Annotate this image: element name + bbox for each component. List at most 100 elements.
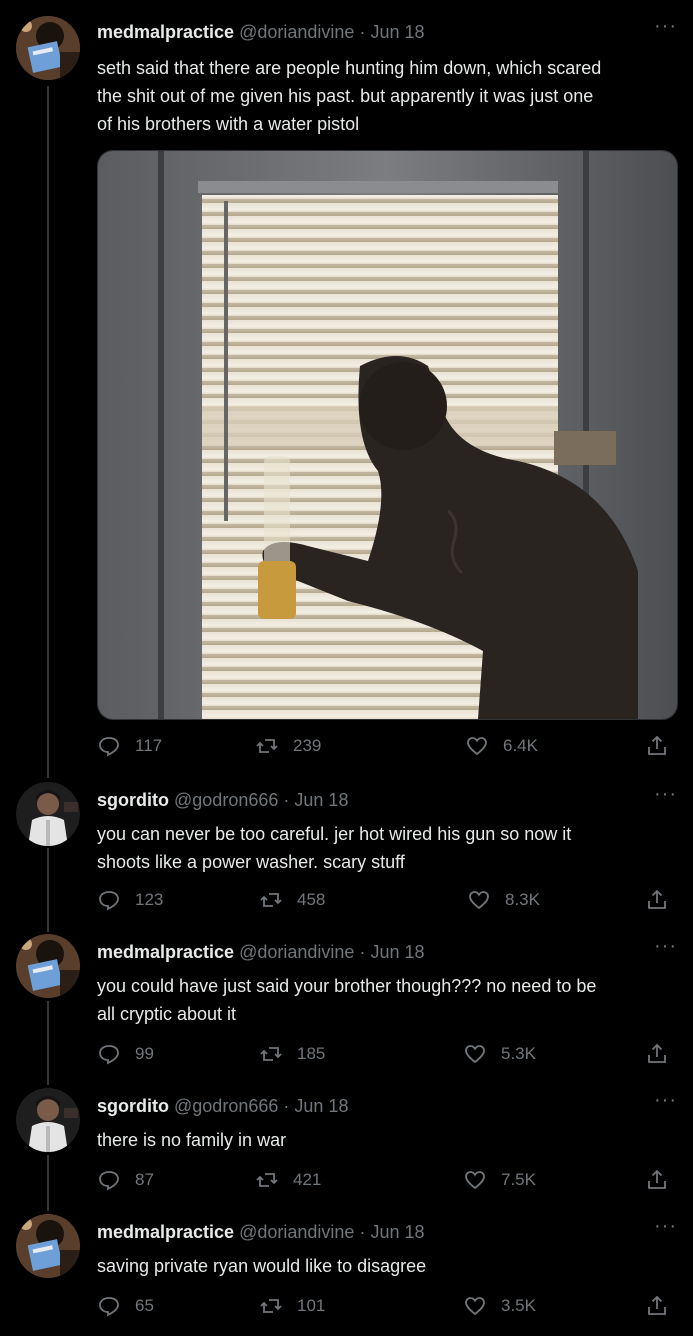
retweet-icon bbox=[260, 893, 282, 907]
separator-dot: · bbox=[359, 22, 366, 42]
retweet-button[interactable]: 185 bbox=[259, 1040, 325, 1068]
user-handle[interactable]: @doriandivine bbox=[239, 22, 354, 42]
like-count: 5.3K bbox=[501, 1044, 536, 1063]
more-icon[interactable]: ··· bbox=[654, 14, 677, 38]
avatar-image bbox=[16, 934, 80, 998]
more-icon[interactable]: ··· bbox=[654, 1214, 677, 1238]
like-count: 6.4K bbox=[503, 736, 538, 755]
reply-count: 99 bbox=[135, 1044, 154, 1063]
avatar[interactable] bbox=[16, 934, 80, 998]
retweet-count: 458 bbox=[297, 890, 326, 909]
reply-count: 87 bbox=[135, 1170, 154, 1189]
tweet-text-line: saving private ryan would like to disagr… bbox=[97, 1256, 427, 1276]
more-icon[interactable]: ··· bbox=[654, 782, 677, 806]
share-icon bbox=[648, 1043, 666, 1063]
photo-image bbox=[98, 151, 677, 719]
like-button[interactable]: 6.4K bbox=[465, 732, 538, 760]
display-name[interactable]: sgordito bbox=[97, 1096, 169, 1116]
tweet-date[interactable]: Jun 18 bbox=[294, 1096, 348, 1116]
reply-button[interactable]: 65 bbox=[97, 1292, 154, 1320]
reply-button[interactable]: 117 bbox=[97, 732, 162, 760]
heart-icon bbox=[467, 737, 487, 756]
tweet-date[interactable]: Jun 18 bbox=[370, 942, 424, 962]
tweet-date[interactable]: Jun 18 bbox=[370, 1222, 424, 1242]
more-icon[interactable]: ··· bbox=[654, 934, 677, 958]
retweet-button[interactable]: 421 bbox=[255, 1166, 321, 1194]
tweet-text-line: shoots like a power washer. scary stuff bbox=[97, 852, 405, 872]
share-button[interactable] bbox=[645, 1040, 669, 1068]
retweet-button[interactable]: 239 bbox=[255, 732, 321, 760]
avatar-image bbox=[16, 1214, 80, 1278]
heart-icon bbox=[465, 1045, 485, 1064]
display-name[interactable]: medmalpractice bbox=[97, 942, 234, 962]
like-button[interactable]: 3.5K bbox=[463, 1292, 536, 1320]
reply-button[interactable]: 99 bbox=[97, 1040, 154, 1068]
reply-icon bbox=[99, 737, 119, 757]
tweet-text-line: seth said that there are people hunting … bbox=[97, 58, 602, 78]
tweet-header: medmalpractice @doriandivine · Jun 18 ··… bbox=[97, 1215, 677, 1244]
tweet-actions: 123 458 8.3K bbox=[97, 886, 669, 914]
more-icon[interactable]: ··· bbox=[654, 1088, 677, 1112]
tweet[interactable]: sgordito @godron666 · Jun 18 ··· you can… bbox=[0, 780, 693, 932]
tweet-text: you can never be too careful. jer hot wi… bbox=[97, 820, 677, 876]
like-button[interactable]: 8.3K bbox=[467, 886, 540, 914]
like-button[interactable]: 7.5K bbox=[463, 1166, 536, 1194]
avatar-image bbox=[16, 16, 80, 80]
reply-icon bbox=[99, 891, 119, 911]
share-button[interactable] bbox=[645, 1166, 669, 1194]
retweet-count: 239 bbox=[293, 736, 322, 755]
tweet-header: sgordito @godron666 · Jun 18 ··· bbox=[97, 783, 677, 812]
tweet-text-line: of his brothers with a water pistol bbox=[97, 114, 360, 134]
avatar[interactable] bbox=[16, 16, 80, 80]
tweet-actions: 99 185 5.3K bbox=[97, 1040, 669, 1068]
tweet[interactable]: medmalpractice @doriandivine · Jun 18 ··… bbox=[0, 0, 693, 780]
share-icon bbox=[648, 1169, 666, 1189]
tweet-text: you could have just said your brother th… bbox=[97, 972, 677, 1028]
share-button[interactable] bbox=[645, 732, 669, 760]
tweet[interactable]: sgordito @godron666 · Jun 18 ··· there i… bbox=[0, 1086, 693, 1212]
tweet-photo[interactable] bbox=[97, 150, 678, 720]
heart-icon bbox=[465, 1297, 485, 1316]
tweet-date[interactable]: Jun 18 bbox=[370, 22, 424, 42]
separator-dot: · bbox=[283, 790, 290, 810]
user-handle[interactable]: @doriandivine bbox=[239, 1222, 354, 1242]
reply-button[interactable]: 123 bbox=[97, 886, 163, 914]
reply-button[interactable]: 87 bbox=[97, 1166, 154, 1194]
display-name[interactable]: medmalpractice bbox=[97, 22, 234, 42]
tweet-date[interactable]: Jun 18 bbox=[294, 790, 348, 810]
tweet-actions: 65 101 3.5K bbox=[97, 1292, 669, 1320]
avatar[interactable] bbox=[16, 782, 80, 846]
tweet-text: there is no family in war bbox=[97, 1126, 677, 1154]
heart-icon bbox=[469, 891, 489, 910]
like-count: 8.3K bbox=[505, 890, 540, 909]
retweet-count: 101 bbox=[297, 1296, 326, 1315]
like-count: 7.5K bbox=[501, 1170, 536, 1189]
reply-count: 117 bbox=[135, 736, 163, 755]
avatar-image bbox=[16, 782, 80, 846]
tweet-actions: 87 421 7.5K bbox=[97, 1166, 669, 1194]
share-button[interactable] bbox=[645, 1292, 669, 1320]
retweet-icon bbox=[256, 1173, 278, 1187]
share-button[interactable] bbox=[645, 886, 669, 914]
retweet-icon bbox=[260, 1047, 282, 1061]
user-handle[interactable]: @doriandivine bbox=[239, 942, 354, 962]
retweet-button[interactable]: 458 bbox=[259, 886, 325, 914]
avatar[interactable] bbox=[16, 1088, 80, 1152]
retweet-button[interactable]: 101 bbox=[259, 1292, 325, 1320]
tweet-header: sgordito @godron666 · Jun 18 ··· bbox=[97, 1089, 677, 1118]
display-name[interactable]: sgordito bbox=[97, 790, 169, 810]
tweet-header: medmalpractice @doriandivine · Jun 18 ··… bbox=[97, 15, 677, 44]
tweet-actions: 117 239 6.4K bbox=[97, 732, 669, 760]
tweet-text-line: the shit out of me given his past. but a… bbox=[97, 86, 594, 106]
avatar[interactable] bbox=[16, 1214, 80, 1278]
share-icon bbox=[648, 1295, 666, 1315]
reply-count: 123 bbox=[135, 890, 164, 909]
tweet[interactable]: medmalpractice @doriandivine · Jun 18 ··… bbox=[0, 932, 693, 1086]
display-name[interactable]: medmalpractice bbox=[97, 1222, 234, 1242]
avatar-image bbox=[16, 1088, 80, 1152]
share-icon bbox=[648, 889, 666, 909]
like-button[interactable]: 5.3K bbox=[463, 1040, 536, 1068]
tweet[interactable]: medmalpractice @doriandivine · Jun 18 ··… bbox=[0, 1212, 693, 1336]
user-handle[interactable]: @godron666 bbox=[174, 790, 278, 810]
user-handle[interactable]: @godron666 bbox=[174, 1096, 278, 1116]
